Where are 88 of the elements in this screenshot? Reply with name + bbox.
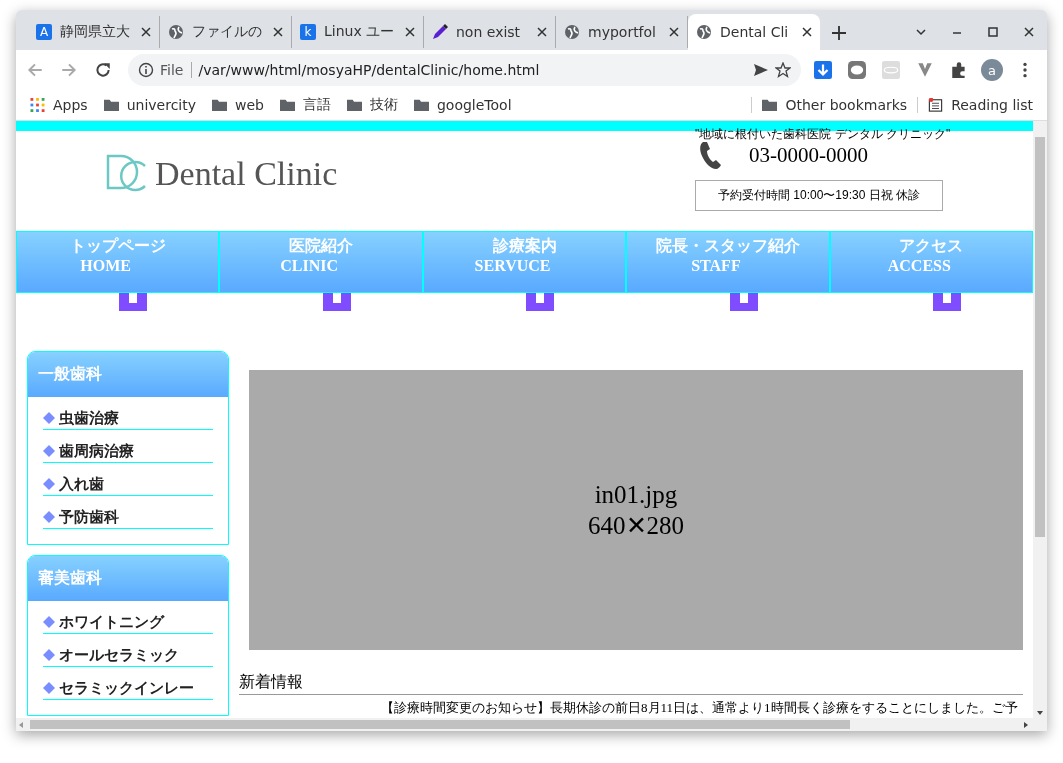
chat-icon[interactable] xyxy=(848,61,866,79)
send-icon[interactable] xyxy=(753,62,769,78)
tab-title: Dental Cli xyxy=(720,24,790,40)
apps-grid-icon xyxy=(30,98,45,112)
bookmark[interactable]: googleTool xyxy=(413,97,512,113)
folder-icon xyxy=(212,98,227,112)
folder-icon xyxy=(346,98,362,112)
maximize-icon[interactable] xyxy=(987,26,999,38)
tab-marker-icon xyxy=(526,293,555,311)
chevron-down-icon[interactable] xyxy=(915,26,927,38)
profile-avatar[interactable]: a xyxy=(981,59,1003,81)
scheme-label: File xyxy=(160,62,193,78)
tab-title: 静岡県立大 xyxy=(60,23,131,41)
hours-box: 予約受付時間 10:00〜19:30 日祝 休診 xyxy=(695,180,943,211)
sidebar-link[interactable]: 予防歯科 xyxy=(43,508,213,529)
clinic-logo[interactable]: Dental Clinic xyxy=(105,149,338,199)
new-tab-icon[interactable] xyxy=(832,26,846,40)
sidebar-link[interactable]: 虫歯治療 xyxy=(43,409,213,430)
browser-tab[interactable]: Dental Cli xyxy=(688,14,820,50)
tab-title: ファイルの xyxy=(192,23,263,41)
tab-title: Linux ユー xyxy=(324,23,396,41)
scrollbar-thumb[interactable] xyxy=(1035,137,1045,537)
close-icon[interactable] xyxy=(802,27,812,37)
close-icon[interactable] xyxy=(141,27,151,37)
address-bar[interactable]: File /var/www/html/mosyaHP/dentalClinic/home.html xyxy=(128,54,801,86)
phone-icon xyxy=(699,140,723,170)
bookmark[interactable]: Other bookmarks xyxy=(751,97,908,113)
sidebar-link[interactable]: オールセラミック xyxy=(43,646,213,667)
tab-title: non exist xyxy=(456,24,522,40)
url-text: /var/www/html/mosyaHP/dentalClinic/home.html xyxy=(198,62,541,78)
info-icon xyxy=(138,62,154,78)
folder-icon xyxy=(103,98,119,112)
tab-marker-icon xyxy=(119,293,148,311)
sidebar-link[interactable]: 入れ歯 xyxy=(43,475,213,496)
browser-tab[interactable]: ファイルの xyxy=(160,16,292,48)
diamond-icon xyxy=(43,682,55,694)
site-icon: k xyxy=(300,24,316,40)
bookmark[interactable]: web xyxy=(212,97,264,113)
close-icon[interactable] xyxy=(537,27,547,37)
diamond-icon xyxy=(43,616,55,628)
browser-tab[interactable]: non exist xyxy=(424,16,556,48)
globe-icon xyxy=(168,24,184,40)
close-icon[interactable] xyxy=(405,27,415,37)
diamond-icon xyxy=(43,511,55,523)
tab-marker-icon xyxy=(932,293,961,311)
bookmark[interactable]: 言語 xyxy=(279,96,331,114)
star-icon[interactable] xyxy=(775,62,791,78)
panel-header: 一般歯科 xyxy=(28,352,228,397)
tab-marker-icon xyxy=(322,293,351,311)
site-icon: A xyxy=(36,24,52,40)
tab-marker-icon xyxy=(729,293,758,311)
folder-icon xyxy=(413,98,429,112)
tagline: "地域に根付いた歯科医院 デンタル クリニック" xyxy=(695,126,951,143)
download-icon[interactable] xyxy=(814,61,832,79)
bookmark[interactable]: univercity xyxy=(103,97,196,113)
bookmark[interactable]: Apps xyxy=(30,97,88,113)
scrollbar-thumb[interactable] xyxy=(30,720,850,729)
pen-icon xyxy=(432,24,448,40)
panel-header: 審美歯科 xyxy=(28,556,228,601)
image-filename: in01.jpg xyxy=(594,479,678,510)
browser-tab[interactable]: myportfol xyxy=(556,16,688,48)
puzzle-icon[interactable] xyxy=(950,61,968,79)
tab-title: myportfol xyxy=(588,24,657,40)
folder-icon xyxy=(279,98,295,112)
diamond-icon xyxy=(43,412,55,424)
reading-list-icon xyxy=(928,98,944,112)
section-heading: 新着情報 xyxy=(239,672,1023,695)
browser-tab[interactable]: A 静岡県立大 xyxy=(28,16,160,48)
close-icon[interactable] xyxy=(1023,26,1035,38)
globe-icon xyxy=(564,24,580,40)
phone-number: 03-0000-0000 xyxy=(749,142,868,168)
diamond-icon xyxy=(43,478,55,490)
image-dimensions: 640✕280 xyxy=(588,511,684,541)
bookmark[interactable]: 技術 xyxy=(346,96,398,114)
folder-icon xyxy=(762,98,778,112)
diamond-icon xyxy=(43,649,55,661)
sidebar-link[interactable]: セラミックインレー xyxy=(43,679,213,700)
news-item[interactable]: 【診療時間変更のお知らせ】長期休診の前日8月11日は、通常より1時間長く診療をすることにしました。ご予 xyxy=(381,699,1023,717)
v-icon[interactable] xyxy=(916,61,934,79)
close-icon[interactable] xyxy=(273,27,283,37)
reload-icon[interactable] xyxy=(94,61,112,79)
reading-list-button[interactable]: Reading list xyxy=(917,97,1033,113)
close-icon[interactable] xyxy=(669,27,679,37)
diamond-icon xyxy=(43,445,55,457)
browser-tab[interactable]: k Linux ユー xyxy=(292,16,424,48)
sidebar-link[interactable]: 歯周病治療 xyxy=(43,442,213,463)
globe-icon xyxy=(696,24,712,40)
sidebar-link[interactable]: ホワイトニング xyxy=(43,613,213,634)
